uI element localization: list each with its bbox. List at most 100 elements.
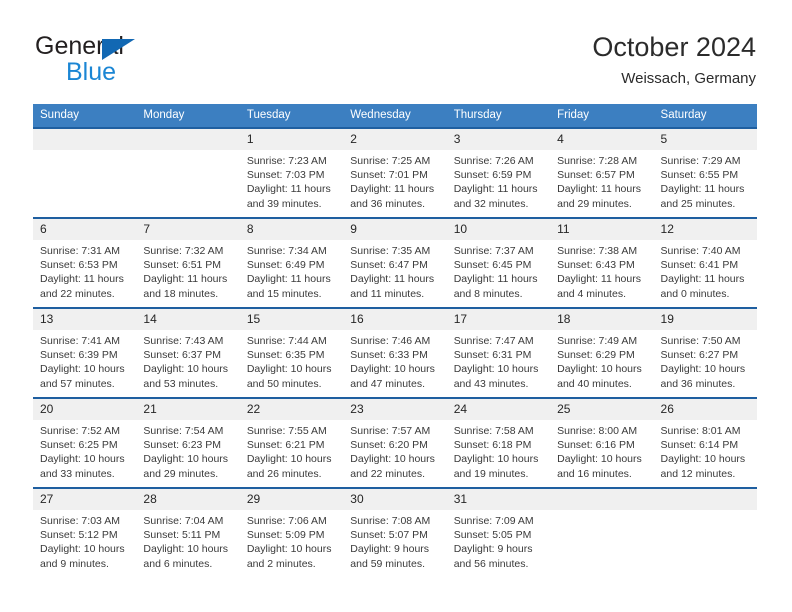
- calendar-day-cell[interactable]: 26 Sunrise: 8:01 AM Sunset: 6:14 PM Dayligh…: [653, 397, 757, 488]
- calendar-day-cell[interactable]: 8 Sunrise: 7:34 AM Sunset: 6:49 PM Daylight…: [239, 217, 344, 308]
- daylight-text: Daylight: 10 hours and 6 minutes.: [143, 543, 229, 570]
- sunrise-text: Sunrise: 7:47 AM: [453, 335, 534, 347]
- daylight-text: Daylight: 11 hours and 29 minutes.: [557, 183, 641, 210]
- sunrise-text: Sunrise: 7:04 AM: [143, 515, 224, 527]
- sunset-text: Sunset: 6:57 PM: [557, 169, 635, 182]
- sunset-text: Sunset: 6:16 PM: [557, 439, 635, 452]
- calendar-day-cell[interactable]: 2 Sunrise: 7:25 AM Sunset: 7:01 PM Daylight…: [343, 127, 447, 218]
- day-number: [136, 129, 240, 150]
- day-number: 15: [239, 309, 344, 330]
- general-blue-logo[interactable]: General Blue: [35, 33, 235, 88]
- sunset-text: Sunset: 6:31 PM: [453, 349, 532, 362]
- sunrise-text: Sunrise: 7:52 AM: [40, 425, 120, 437]
- sunrise-text: Sunrise: 7:49 AM: [557, 335, 638, 347]
- weekday-header-monday: Monday: [136, 104, 240, 128]
- sunset-text: Sunset: 6:43 PM: [557, 259, 635, 272]
- day-details: Sunrise: 7:50 AM Sunset: 6:27 PM Daylight:…: [654, 330, 757, 391]
- calendar-day-cell[interactable]: 15 Sunrise: 7:44 AM Sunset: 6:35 PM Dayligh…: [239, 307, 344, 398]
- calendar-day-cell[interactable]: 7 Sunrise: 7:32 AM Sunset: 6:51 PM Daylight…: [136, 217, 240, 308]
- day-details: Sunrise: 7:32 AM Sunset: 6:51 PM Daylight:…: [136, 240, 239, 301]
- day-details: Sunrise: 7:38 AM Sunset: 6:43 PM Daylight:…: [550, 240, 653, 301]
- page-header: General Blue October 2024 Weissach, Germ…: [0, 0, 792, 100]
- daylight-text: Daylight: 11 hours and 15 minutes.: [246, 273, 331, 300]
- sunset-text: Sunset: 6:21 PM: [246, 439, 325, 452]
- calendar-day-cell[interactable]: 25 Sunrise: 8:00 AM Sunset: 6:16 PM Dayligh…: [550, 397, 654, 488]
- day-number: 12: [653, 219, 757, 240]
- daylight-text: Daylight: 11 hours and 25 minutes.: [660, 183, 745, 210]
- calendar-day-cell[interactable]: 22 Sunrise: 7:55 AM Sunset: 6:21 PM Dayligh…: [239, 397, 344, 488]
- calendar-day-cell[interactable]: 6 Sunrise: 7:31 AM Sunset: 6:53 PM Daylight…: [33, 217, 137, 308]
- sunset-text: Sunset: 6:51 PM: [143, 259, 222, 272]
- daylight-text: Daylight: 11 hours and 36 minutes.: [350, 183, 435, 210]
- calendar-day-cell[interactable]: 21 Sunrise: 7:54 AM Sunset: 6:23 PM Dayligh…: [136, 397, 240, 488]
- calendar-day-cell[interactable]: 19 Sunrise: 7:50 AM Sunset: 6:27 PM Dayligh…: [653, 307, 757, 398]
- day-number: 2: [343, 129, 447, 150]
- calendar-day-cell[interactable]: 3 Sunrise: 7:26 AM Sunset: 6:59 PM Daylight…: [446, 127, 551, 218]
- calendar-day-cell[interactable]: 9 Sunrise: 7:35 AM Sunset: 6:47 PM Daylight…: [343, 217, 447, 308]
- day-details: Sunrise: 7:46 AM Sunset: 6:33 PM Daylight:…: [343, 330, 446, 391]
- sunrise-text: Sunrise: 7:50 AM: [660, 335, 741, 347]
- sunset-text: Sunset: 6:33 PM: [350, 349, 428, 362]
- calendar-day-cell[interactable]: 17 Sunrise: 7:47 AM Sunset: 6:31 PM Dayligh…: [446, 307, 551, 398]
- calendar-day-cell[interactable]: 27 Sunrise: 7:03 AM Sunset: 5:12 PM Dayligh…: [33, 487, 137, 577]
- calendar-day-cell[interactable]: 11 Sunrise: 7:38 AM Sunset: 6:43 PM Dayligh…: [550, 217, 654, 308]
- day-details: Sunrise: 7:23 AM Sunset: 7:03 PM Daylight:…: [240, 150, 343, 211]
- day-details: Sunrise: 7:09 AM Sunset: 5:05 PM Daylight:…: [447, 510, 550, 571]
- daylight-text: Daylight: 10 hours and 9 minutes.: [40, 543, 125, 570]
- sunrise-text: Sunrise: 7:55 AM: [246, 425, 327, 437]
- day-details: Sunrise: 7:29 AM Sunset: 6:55 PM Daylight:…: [654, 150, 757, 211]
- day-number: 18: [550, 309, 654, 330]
- calendar-day-cell[interactable]: 30 Sunrise: 7:08 AM Sunset: 5:07 PM Dayligh…: [343, 487, 447, 577]
- sunset-text: Sunset: 5:09 PM: [246, 529, 325, 542]
- calendar-day-cell[interactable]: 20 Sunrise: 7:52 AM Sunset: 6:25 PM Dayligh…: [33, 397, 137, 488]
- calendar-day-cell[interactable]: 29 Sunrise: 7:06 AM Sunset: 5:09 PM Dayligh…: [239, 487, 344, 577]
- day-number: [33, 129, 137, 150]
- sunrise-text: Sunrise: 7:08 AM: [350, 515, 431, 527]
- sunset-text: Sunset: 6:18 PM: [453, 439, 532, 452]
- day-number: 4: [550, 129, 654, 150]
- day-number: 7: [136, 219, 240, 240]
- day-details: Sunrise: 7:31 AM Sunset: 6:53 PM Daylight:…: [33, 240, 136, 301]
- day-number: [653, 489, 757, 510]
- sunrise-text: Sunrise: 7:23 AM: [246, 155, 327, 167]
- day-details: Sunrise: 8:01 AM Sunset: 6:14 PM Daylight:…: [654, 420, 757, 481]
- calendar-day-cell[interactable]: 13 Sunrise: 7:41 AM Sunset: 6:39 PM Dayligh…: [33, 307, 137, 398]
- weekday-header-thursday: Thursday: [446, 104, 551, 128]
- sunrise-text: Sunrise: 7:46 AM: [350, 335, 431, 347]
- calendar-day-cell[interactable]: 31 Sunrise: 7:09 AM Sunset: 5:05 PM Dayligh…: [446, 487, 551, 577]
- sunrise-text: Sunrise: 7:58 AM: [453, 425, 534, 437]
- day-details: Sunrise: 7:47 AM Sunset: 6:31 PM Daylight:…: [447, 330, 550, 391]
- calendar-day-cell[interactable]: 1 Sunrise: 7:23 AM Sunset: 7:03 PM Daylight…: [239, 127, 344, 218]
- calendar-day-cell[interactable]: 12 Sunrise: 7:40 AM Sunset: 6:41 PM Dayligh…: [653, 217, 757, 308]
- calendar-cell-empty: [136, 127, 240, 218]
- day-number: 25: [550, 399, 654, 420]
- sunrise-text: Sunrise: 7:32 AM: [143, 245, 224, 257]
- day-number: 6: [33, 219, 137, 240]
- calendar-day-cell[interactable]: 10 Sunrise: 7:37 AM Sunset: 6:45 PM Dayligh…: [446, 217, 551, 308]
- daylight-text: Daylight: 10 hours and 22 minutes.: [350, 453, 435, 480]
- sunrise-text: Sunrise: 7:43 AM: [143, 335, 224, 347]
- calendar-day-cell[interactable]: 5 Sunrise: 7:29 AM Sunset: 6:55 PM Daylight…: [653, 127, 757, 218]
- daylight-text: Daylight: 10 hours and 43 minutes.: [453, 363, 539, 390]
- sunset-text: Sunset: 6:45 PM: [453, 259, 532, 272]
- calendar-day-cell[interactable]: 24 Sunrise: 7:58 AM Sunset: 6:18 PM Dayligh…: [446, 397, 551, 488]
- calendar-day-cell[interactable]: 14 Sunrise: 7:43 AM Sunset: 6:37 PM Dayligh…: [136, 307, 240, 398]
- calendar-day-cell[interactable]: 4 Sunrise: 7:28 AM Sunset: 6:57 PM Daylight…: [550, 127, 654, 218]
- daylight-text: Daylight: 11 hours and 32 minutes.: [453, 183, 538, 210]
- daylight-text: Daylight: 11 hours and 11 minutes.: [350, 273, 435, 300]
- logo-text-blue: Blue: [66, 58, 117, 86]
- day-number: 29: [239, 489, 344, 510]
- sunrise-text: Sunrise: 7:31 AM: [40, 245, 120, 257]
- calendar-cell-empty: [33, 127, 137, 218]
- sunset-text: Sunset: 6:29 PM: [557, 349, 635, 362]
- calendar-day-cell[interactable]: 16 Sunrise: 7:46 AM Sunset: 6:33 PM Dayligh…: [343, 307, 447, 398]
- calendar-day-cell[interactable]: 28 Sunrise: 7:04 AM Sunset: 5:11 PM Dayligh…: [136, 487, 240, 577]
- day-details: Sunrise: 7:34 AM Sunset: 6:49 PM Daylight:…: [240, 240, 343, 301]
- sunrise-text: Sunrise: 7:25 AM: [350, 155, 431, 167]
- daylight-text: Daylight: 9 hours and 56 minutes.: [453, 543, 533, 570]
- calendar-day-cell[interactable]: 18 Sunrise: 7:49 AM Sunset: 6:29 PM Dayligh…: [550, 307, 654, 398]
- daylight-text: Daylight: 10 hours and 36 minutes.: [660, 363, 746, 390]
- calendar-week-row: 1 Sunrise: 7:23 AM Sunset: 7:03 PM Daylight…: [33, 127, 757, 218]
- calendar-day-cell[interactable]: 23 Sunrise: 7:57 AM Sunset: 6:20 PM Dayligh…: [343, 397, 447, 488]
- day-details: Sunrise: 7:25 AM Sunset: 7:01 PM Daylight:…: [343, 150, 446, 211]
